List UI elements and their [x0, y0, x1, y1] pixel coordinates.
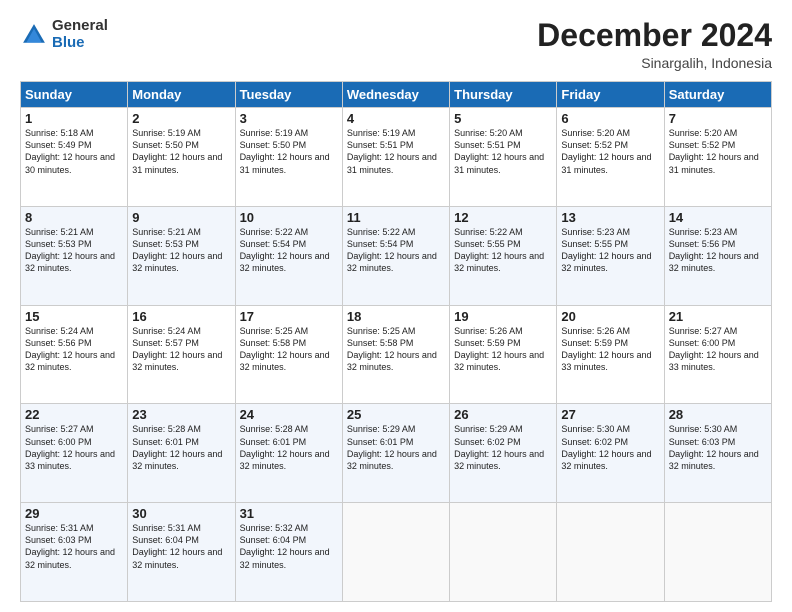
col-thursday: Thursday	[450, 82, 557, 108]
table-row: 14Sunrise: 5:23 AM Sunset: 5:56 PM Dayli…	[664, 206, 771, 305]
table-row: 31Sunrise: 5:32 AM Sunset: 6:04 PM Dayli…	[235, 503, 342, 602]
table-row: 24Sunrise: 5:28 AM Sunset: 6:01 PM Dayli…	[235, 404, 342, 503]
table-row: 30Sunrise: 5:31 AM Sunset: 6:04 PM Dayli…	[128, 503, 235, 602]
calendar-table: Sunday Monday Tuesday Wednesday Thursday…	[20, 81, 772, 602]
table-row: 13Sunrise: 5:23 AM Sunset: 5:55 PM Dayli…	[557, 206, 664, 305]
table-row: 12Sunrise: 5:22 AM Sunset: 5:55 PM Dayli…	[450, 206, 557, 305]
table-row: 7Sunrise: 5:20 AM Sunset: 5:52 PM Daylig…	[664, 108, 771, 207]
col-friday: Friday	[557, 82, 664, 108]
table-row: 9Sunrise: 5:21 AM Sunset: 5:53 PM Daylig…	[128, 206, 235, 305]
logo: General Blue	[20, 18, 108, 51]
col-monday: Monday	[128, 82, 235, 108]
table-row	[557, 503, 664, 602]
table-row: 25Sunrise: 5:29 AM Sunset: 6:01 PM Dayli…	[342, 404, 449, 503]
title-block: December 2024 Sinargalih, Indonesia	[537, 18, 772, 71]
table-row	[664, 503, 771, 602]
logo-general-text: General	[52, 17, 108, 34]
table-row: 6Sunrise: 5:20 AM Sunset: 5:52 PM Daylig…	[557, 108, 664, 207]
col-tuesday: Tuesday	[235, 82, 342, 108]
logo-icon	[20, 21, 48, 49]
table-row	[342, 503, 449, 602]
table-row: 10Sunrise: 5:22 AM Sunset: 5:54 PM Dayli…	[235, 206, 342, 305]
table-row: 16Sunrise: 5:24 AM Sunset: 5:57 PM Dayli…	[128, 305, 235, 404]
table-row: 28Sunrise: 5:30 AM Sunset: 6:03 PM Dayli…	[664, 404, 771, 503]
table-row: 23Sunrise: 5:28 AM Sunset: 6:01 PM Dayli…	[128, 404, 235, 503]
table-row: 20Sunrise: 5:26 AM Sunset: 5:59 PM Dayli…	[557, 305, 664, 404]
table-row: 2Sunrise: 5:19 AM Sunset: 5:50 PM Daylig…	[128, 108, 235, 207]
table-row: 11Sunrise: 5:22 AM Sunset: 5:54 PM Dayli…	[342, 206, 449, 305]
table-row: 18Sunrise: 5:25 AM Sunset: 5:58 PM Dayli…	[342, 305, 449, 404]
logo-blue-text: Blue	[52, 34, 85, 51]
calendar-header-row: Sunday Monday Tuesday Wednesday Thursday…	[21, 82, 772, 108]
col-saturday: Saturday	[664, 82, 771, 108]
location-subtitle: Sinargalih, Indonesia	[537, 55, 772, 71]
month-title: December 2024	[537, 18, 772, 53]
table-row: 1Sunrise: 5:18 AM Sunset: 5:49 PM Daylig…	[21, 108, 128, 207]
table-row: 27Sunrise: 5:30 AM Sunset: 6:02 PM Dayli…	[557, 404, 664, 503]
table-row: 19Sunrise: 5:26 AM Sunset: 5:59 PM Dayli…	[450, 305, 557, 404]
table-row: 29Sunrise: 5:31 AM Sunset: 6:03 PM Dayli…	[21, 503, 128, 602]
col-wednesday: Wednesday	[342, 82, 449, 108]
table-row: 21Sunrise: 5:27 AM Sunset: 6:00 PM Dayli…	[664, 305, 771, 404]
table-row: 26Sunrise: 5:29 AM Sunset: 6:02 PM Dayli…	[450, 404, 557, 503]
table-row: 4Sunrise: 5:19 AM Sunset: 5:51 PM Daylig…	[342, 108, 449, 207]
col-sunday: Sunday	[21, 82, 128, 108]
page-header: General Blue December 2024 Sinargalih, I…	[20, 18, 772, 71]
table-row: 15Sunrise: 5:24 AM Sunset: 5:56 PM Dayli…	[21, 305, 128, 404]
table-row: 5Sunrise: 5:20 AM Sunset: 5:51 PM Daylig…	[450, 108, 557, 207]
table-row: 8Sunrise: 5:21 AM Sunset: 5:53 PM Daylig…	[21, 206, 128, 305]
table-row	[450, 503, 557, 602]
table-row: 17Sunrise: 5:25 AM Sunset: 5:58 PM Dayli…	[235, 305, 342, 404]
table-row: 22Sunrise: 5:27 AM Sunset: 6:00 PM Dayli…	[21, 404, 128, 503]
table-row: 3Sunrise: 5:19 AM Sunset: 5:50 PM Daylig…	[235, 108, 342, 207]
